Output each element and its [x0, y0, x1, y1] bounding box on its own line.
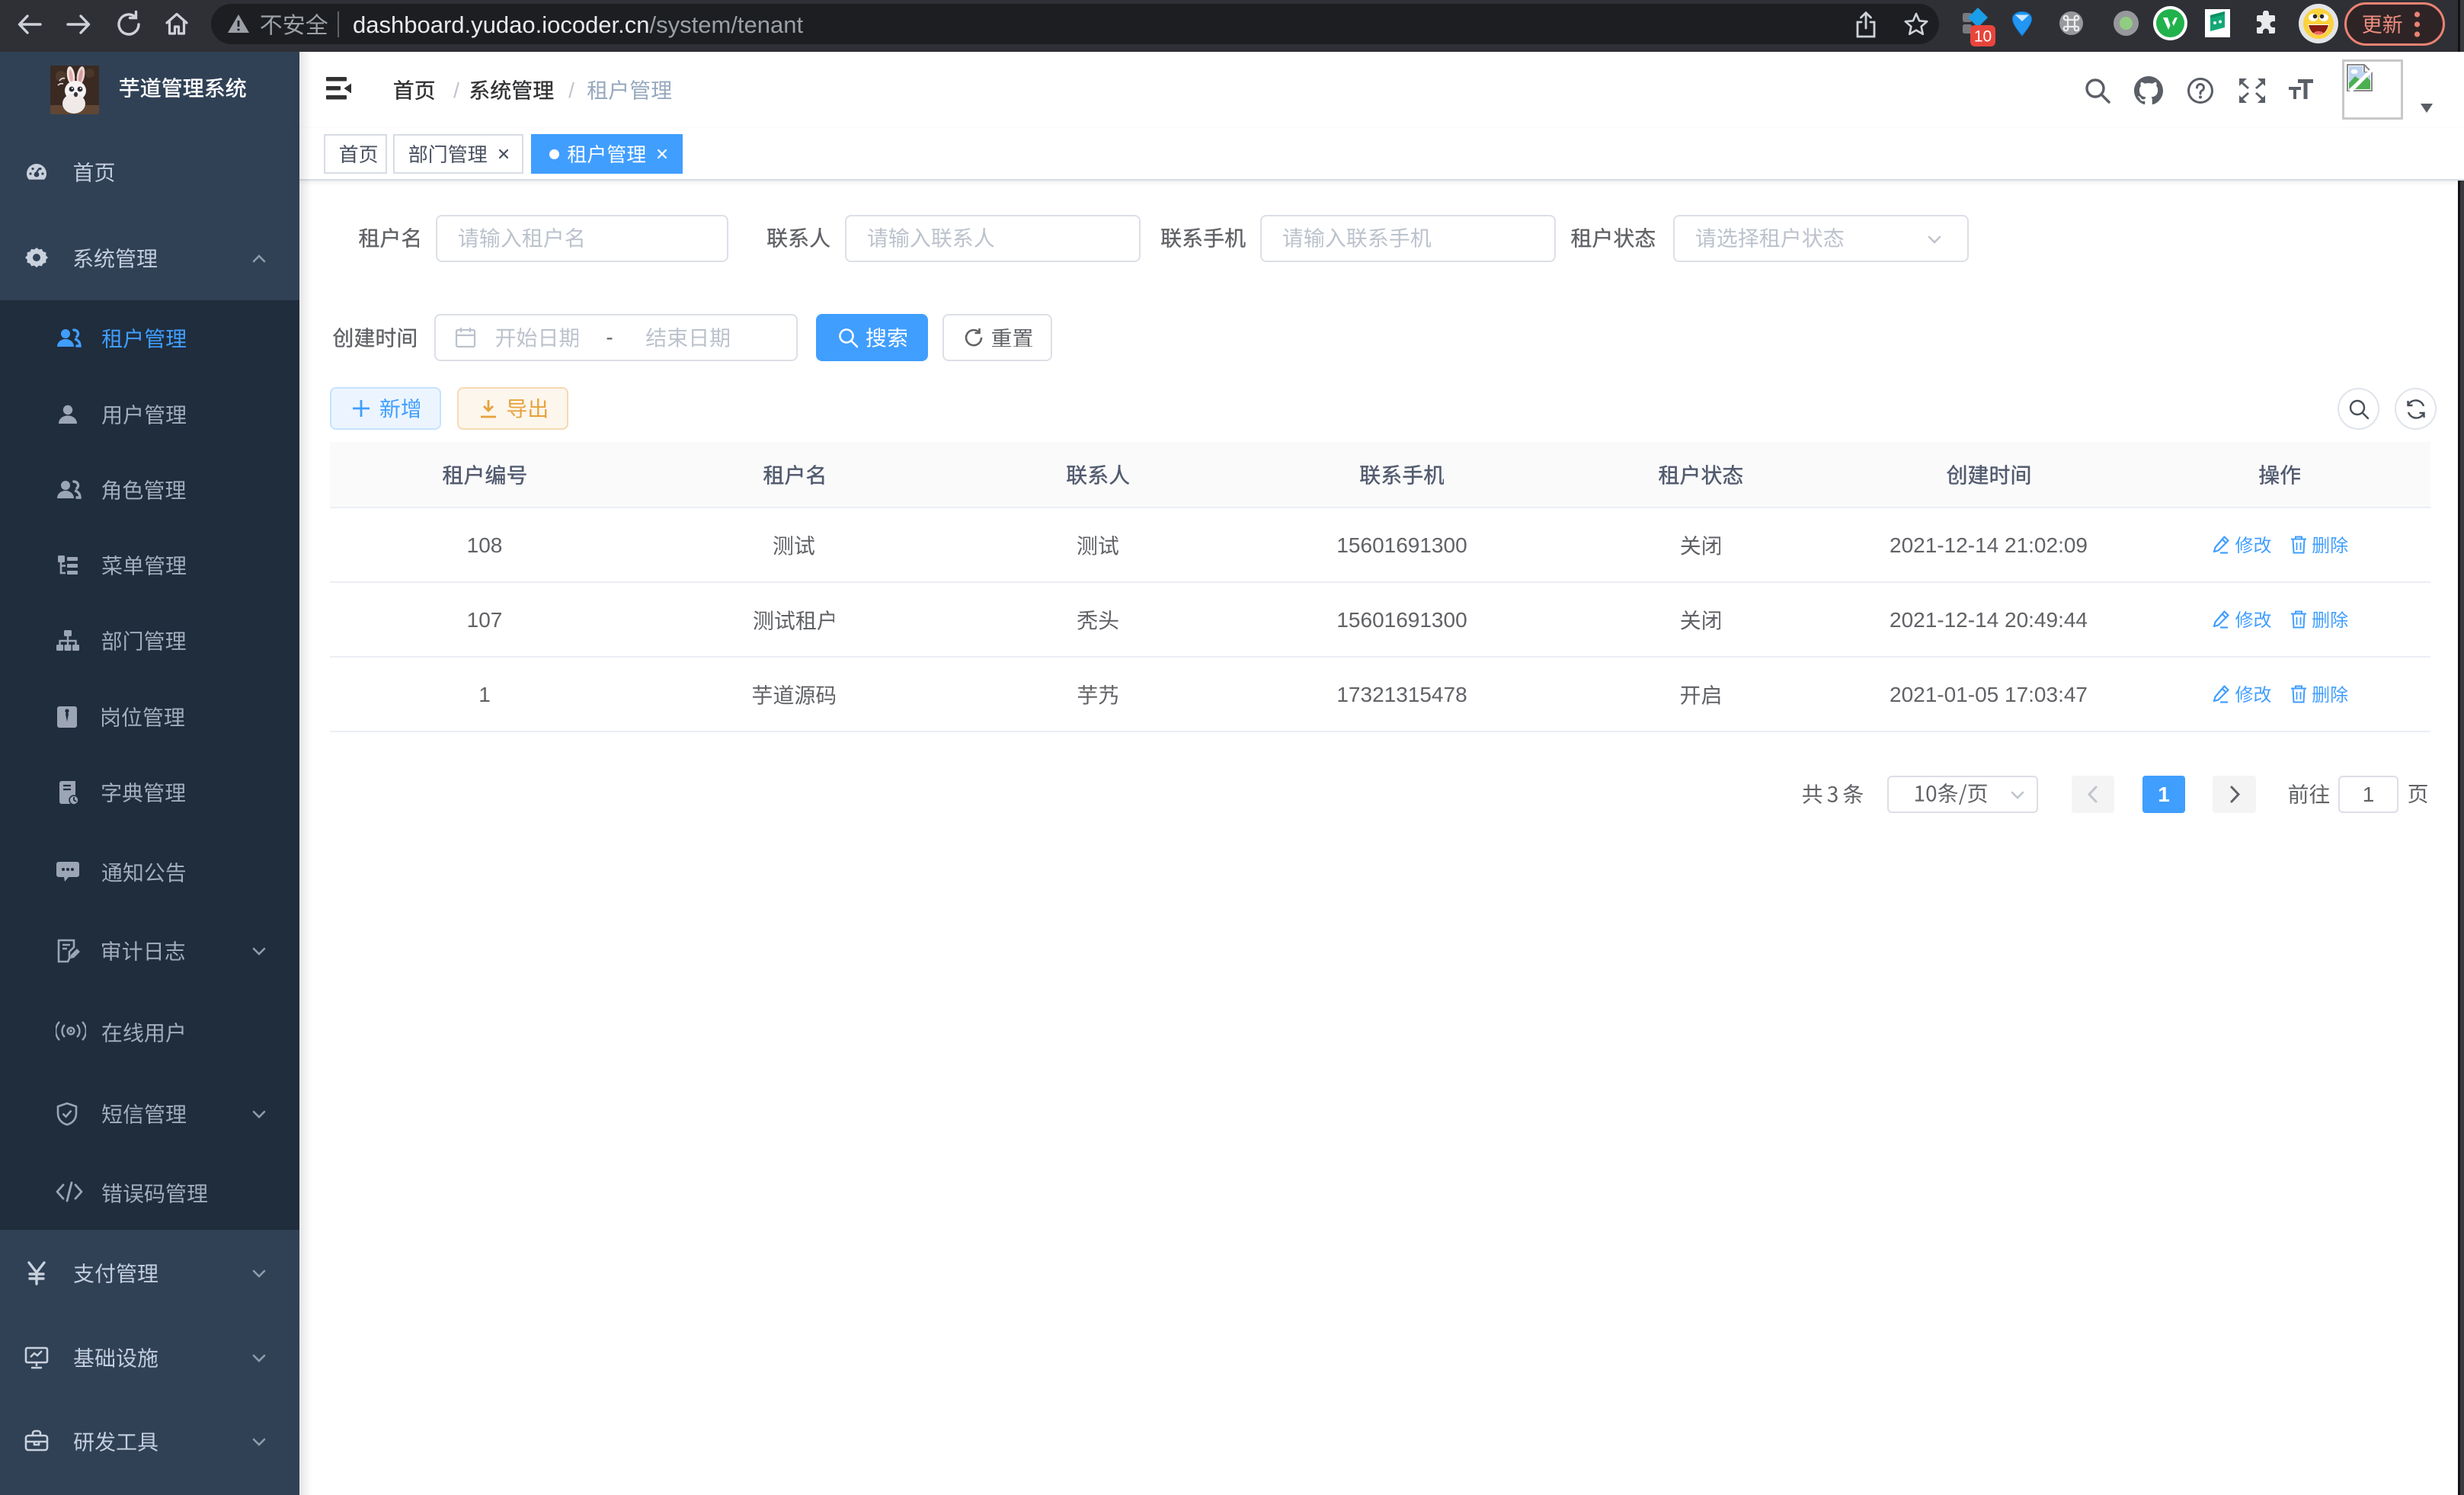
svg-text:10: 10 [1974, 28, 1992, 46]
